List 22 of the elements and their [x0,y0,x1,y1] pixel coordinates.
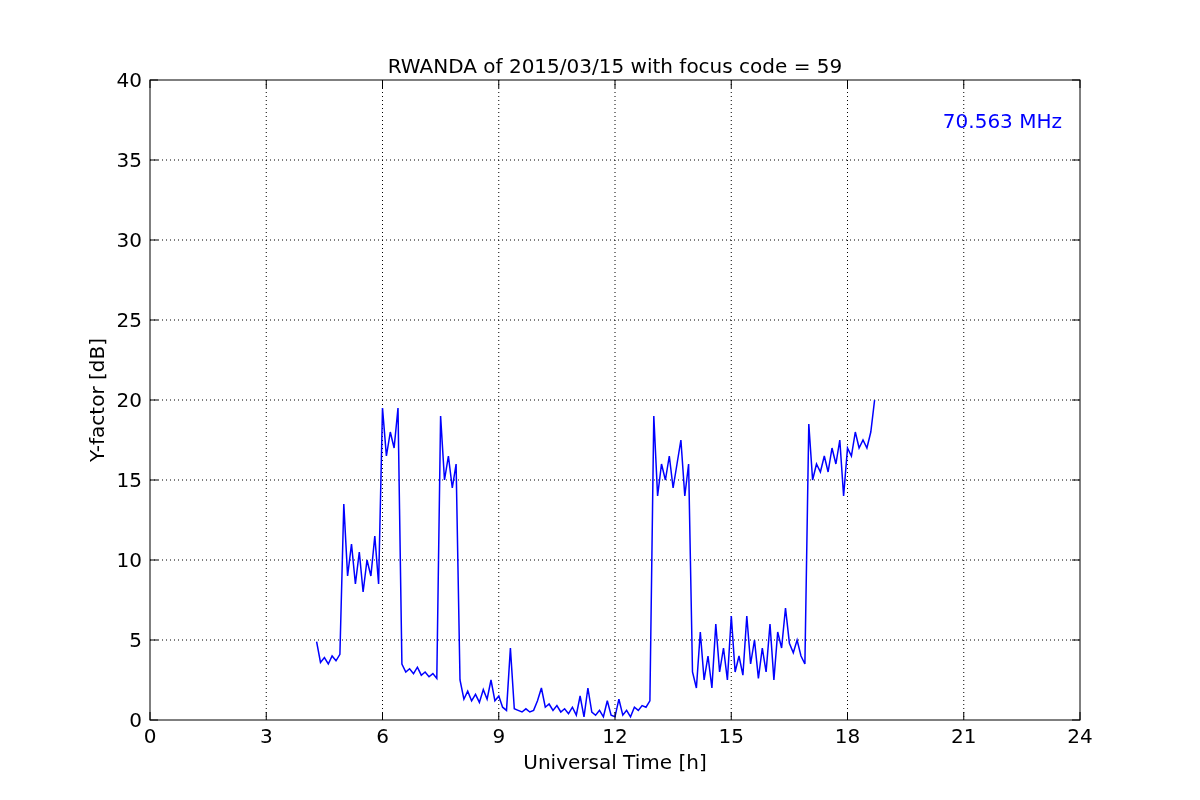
tick-label: 15 [718,724,744,748]
tick-label: 25 [116,308,142,332]
tick-label: 5 [129,628,142,652]
tick-label: 6 [376,724,389,748]
tick-label: 0 [143,724,157,748]
tick-label: 18 [834,724,861,748]
tick-label: 40 [116,68,142,92]
tick-label: 20 [116,388,142,412]
axis-title: Universal Time [h] [523,750,707,774]
tick-label: 35 [116,148,142,172]
axis-title: Y-factor [dB] [85,338,109,462]
series-label: 70.563 MHz [942,109,1062,133]
tick-label: 15 [116,468,142,492]
tick-label: 30 [116,228,142,252]
tick-label: 12 [602,724,628,748]
tick-label: 3 [259,724,273,748]
tick-label: 9 [492,724,506,748]
tick-label: 21 [951,724,977,748]
tick-label: 0 [129,708,142,732]
tick-label: 24 [1067,724,1093,748]
chart-title: RWANDA of 2015/03/15 with focus code = 59 [387,54,843,78]
tick-label: 10 [116,548,142,572]
